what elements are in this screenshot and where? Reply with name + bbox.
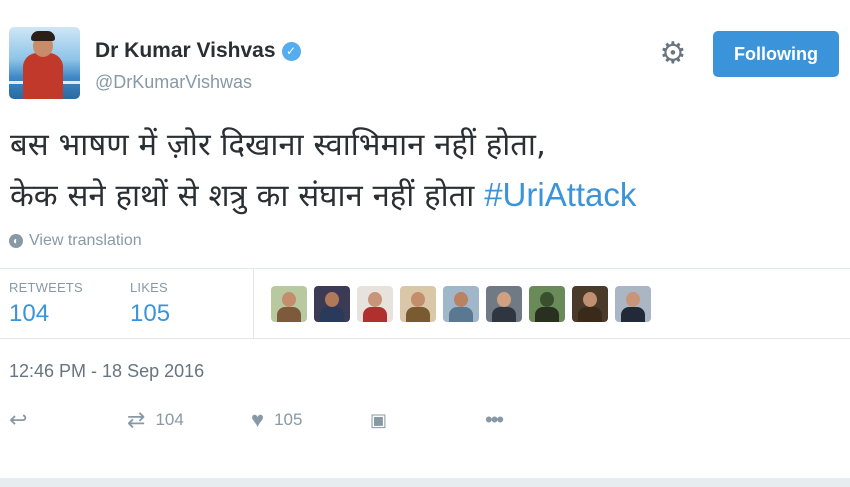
liker-avatar-head <box>497 292 511 307</box>
reply-button[interactable]: ↩ <box>9 405 27 435</box>
liker-avatar-body <box>535 307 559 322</box>
liker-avatar[interactable] <box>572 286 608 322</box>
retweets-count[interactable]: 104 <box>9 300 49 328</box>
liker-avatar-body <box>363 307 387 322</box>
liker-avatars <box>271 286 651 322</box>
reply-icon: ↩ <box>9 407 28 432</box>
likes-label[interactable]: LIKES <box>130 280 168 295</box>
user-name-text[interactable]: Dr Kumar Vishvas <box>95 39 276 63</box>
tweet-line-1: बस भाषण में ज़ोर दिखाना स्वाभिमान नहीं ह… <box>10 127 546 163</box>
user-handle[interactable]: @DrKumarVishwas <box>95 72 252 93</box>
user-display-name[interactable]: Dr Kumar Vishvas ✓ <box>95 39 301 63</box>
tweet-actions: ↩ ⇄ 104 ♥ 105 ▣ ••• <box>9 405 539 435</box>
tweet-line-2-text: केक सने हाथों से शत्रु का संघान नहीं होत… <box>10 178 475 214</box>
liker-avatar-head <box>583 292 597 307</box>
heart-icon: ♥ <box>251 407 265 432</box>
liker-avatar-body <box>578 307 602 322</box>
liker-avatar-body <box>449 307 473 322</box>
more-button[interactable]: ••• <box>485 405 504 435</box>
liker-avatar[interactable] <box>529 286 565 322</box>
retweets-label[interactable]: RETWEETS <box>9 280 83 295</box>
liker-avatar-body <box>320 307 344 322</box>
liker-avatar-body <box>621 307 645 322</box>
stats-divider-vertical <box>253 268 254 338</box>
retweet-action-count: 104 <box>155 410 184 429</box>
like-button[interactable]: ♥ 105 <box>251 405 302 435</box>
liker-avatar-body <box>406 307 430 322</box>
avatar-person-body <box>23 53 63 99</box>
tweet-line-2: केक सने हाथों से शत्रु का संघान नहीं होत… <box>10 170 830 221</box>
retweet-button[interactable]: ⇄ 104 <box>127 405 184 435</box>
hashtag-link[interactable]: #UriAttack <box>484 176 636 213</box>
liker-avatar-body <box>492 307 516 322</box>
more-icon: ••• <box>485 407 504 432</box>
stats-divider-bottom <box>0 338 850 339</box>
liker-avatar[interactable] <box>357 286 393 322</box>
view-translation-label[interactable]: View translation <box>29 232 142 250</box>
retweet-icon: ⇄ <box>127 407 146 432</box>
stats-divider-top <box>0 268 850 269</box>
globe-icon: ◐ <box>9 234 23 248</box>
verified-badge-icon: ✓ <box>281 41 301 61</box>
liker-avatar-head <box>325 292 339 307</box>
avatar-person-hair <box>31 31 55 41</box>
liker-avatar-head <box>368 292 382 307</box>
liker-avatar-head <box>411 292 425 307</box>
liker-avatar-body <box>277 307 301 322</box>
tweet-timestamp[interactable]: 12:46 PM - 18 Sep 2016 <box>9 361 204 382</box>
liker-avatar[interactable] <box>271 286 307 322</box>
liker-avatar-head <box>626 292 640 307</box>
likes-count[interactable]: 105 <box>130 300 170 328</box>
liker-avatar[interactable] <box>615 286 651 322</box>
liker-avatar[interactable] <box>400 286 436 322</box>
liker-avatar[interactable] <box>486 286 522 322</box>
liker-avatar-head <box>540 292 554 307</box>
liker-avatar-head <box>282 292 296 307</box>
moment-icon: ▣ <box>370 410 388 430</box>
like-action-count: 105 <box>274 410 303 429</box>
liker-avatar-head <box>454 292 468 307</box>
profile-avatar[interactable] <box>9 27 80 99</box>
liker-avatar[interactable] <box>443 286 479 322</box>
liker-avatar[interactable] <box>314 286 350 322</box>
gear-icon[interactable]: ⚙ <box>657 38 689 70</box>
card-bottom-border <box>0 478 850 487</box>
view-translation-link[interactable]: ◐ View translation <box>9 232 142 250</box>
tweet-text: बस भाषण में ज़ोर दिखाना स्वाभिमान नहीं ह… <box>10 120 830 221</box>
following-button[interactable]: Following <box>713 31 839 77</box>
moment-button[interactable]: ▣ <box>370 405 387 435</box>
